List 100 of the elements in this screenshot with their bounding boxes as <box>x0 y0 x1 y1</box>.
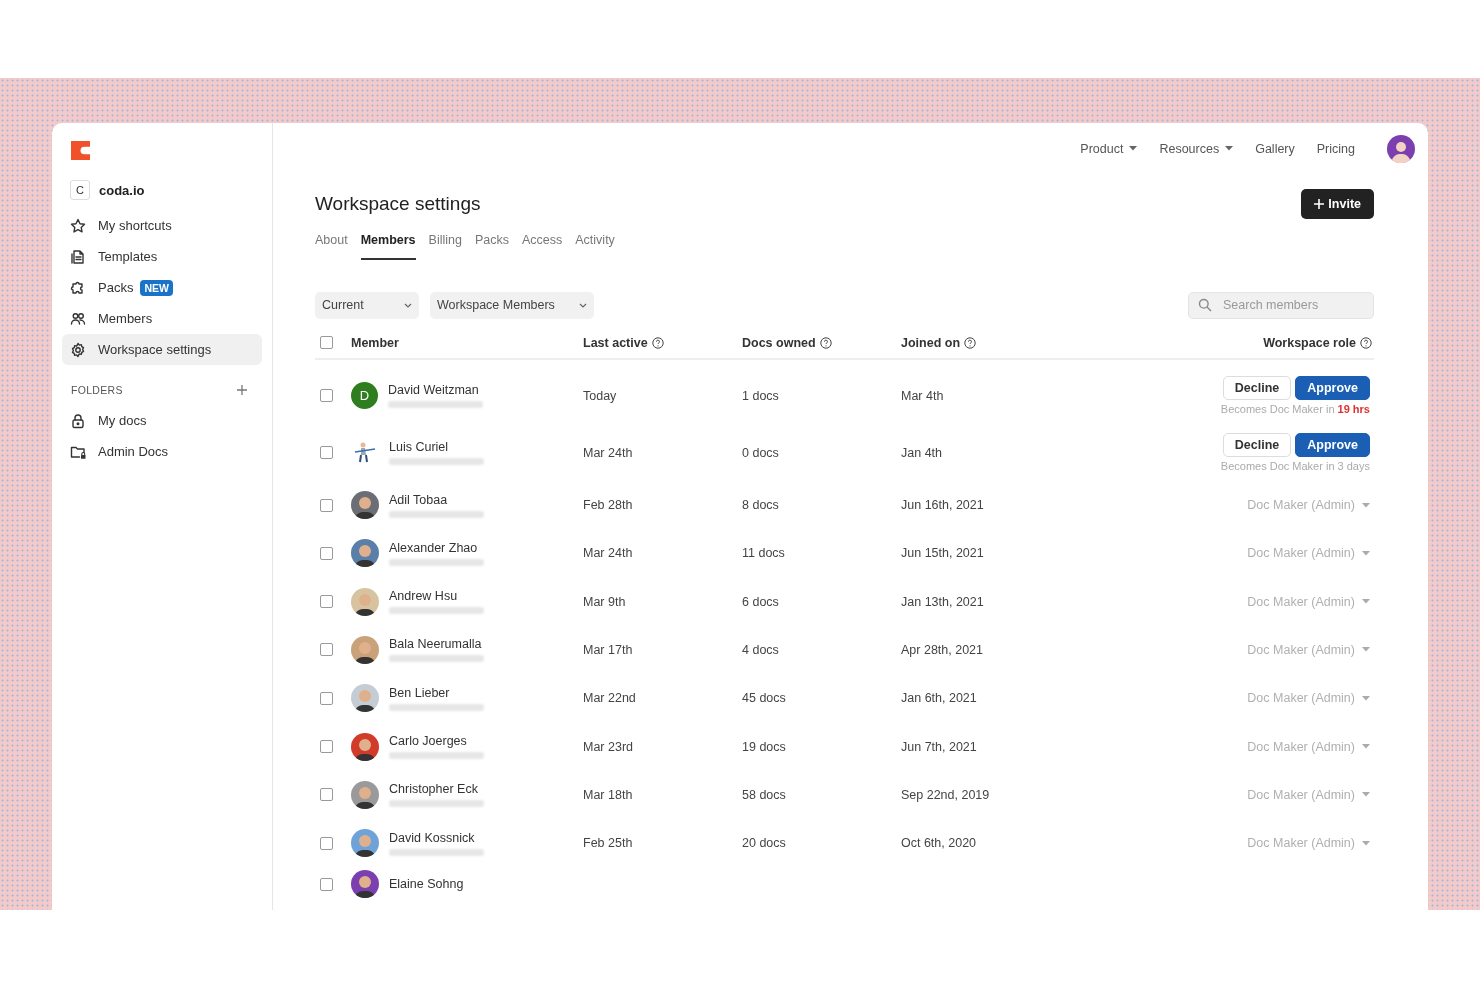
caret-icon <box>1362 502 1370 508</box>
docs-count: 8 docs <box>742 498 779 513</box>
search-icon <box>1198 297 1212 312</box>
checkbox[interactable] <box>320 498 333 512</box>
docs-count: 0 docs <box>742 445 779 460</box>
checkbox[interactable] <box>320 877 333 891</box>
member-name: David Weitzman <box>388 383 480 398</box>
tab[interactable]: Packs <box>474 226 509 260</box>
checkbox[interactable] <box>320 691 333 705</box>
role-note: Becomes Doc Maker in 3 days <box>1220 460 1370 473</box>
caret-icon <box>1362 840 1370 846</box>
sidebar-item[interactable]: Templates <box>62 241 262 272</box>
last-active-date: Mar 22nd <box>583 691 636 706</box>
tab[interactable]: About <box>315 226 348 260</box>
caret-icon <box>1362 744 1370 749</box>
sidebar-item[interactable]: Admin Docs <box>62 436 262 467</box>
decline-button[interactable]: Decline <box>1222 433 1292 458</box>
last-active-date: Mar 9th <box>583 594 626 609</box>
caret-icon <box>1362 550 1370 556</box>
tab[interactable]: Members <box>360 226 416 260</box>
checkbox[interactable] <box>320 643 333 657</box>
filter-dropdown[interactable]: Workspace Members <box>430 291 594 319</box>
member-name: Adil Tobaa <box>389 492 449 507</box>
puzzle-icon <box>70 279 86 296</box>
checkbox[interactable] <box>320 546 333 560</box>
last-active-date: Mar 24th <box>583 546 633 561</box>
sidebar-item[interactable]: My docs <box>62 405 262 436</box>
page-title: Workspace settings <box>315 192 481 215</box>
decline-button[interactable]: Decline <box>1222 376 1292 401</box>
nav-link[interactable]: Gallery <box>1255 141 1295 156</box>
checkbox[interactable] <box>320 788 333 802</box>
joined-date: Jun 15th, 2021 <box>901 546 984 561</box>
new-badge: NEW <box>140 279 173 296</box>
checkbox[interactable] <box>320 446 333 460</box>
member-name: Bala Neerumalla <box>389 637 483 652</box>
checkbox[interactable] <box>320 389 333 403</box>
chevron-icon <box>578 302 587 308</box>
role-note: Becomes Doc Maker in 19 hrs <box>1220 403 1370 416</box>
member-name: Carlo Joerges <box>389 734 468 748</box>
joined-date: Mar 4th <box>901 389 944 403</box>
column-header: Last active <box>583 335 648 350</box>
nav-link[interactable]: Product <box>1080 141 1138 156</box>
docs-count: 6 docs <box>742 594 779 609</box>
approve-button[interactable]: Approve <box>1295 376 1370 401</box>
nav-link[interactable]: Pricing <box>1316 141 1355 156</box>
tab[interactable]: Access <box>521 226 563 260</box>
checkbox[interactable] <box>320 740 333 753</box>
plus-icon <box>1314 198 1325 209</box>
last-active-date: Mar 18th <box>583 787 633 802</box>
chevron-icon <box>404 302 412 308</box>
add-icon <box>236 384 248 396</box>
caret-icon <box>1225 146 1234 152</box>
sidebar-item[interactable]: Members <box>62 303 262 334</box>
people-icon <box>70 310 86 327</box>
sidebar-item[interactable]: My shortcuts <box>62 210 262 241</box>
docs-count: 1 docs <box>742 389 779 403</box>
avatar <box>1387 134 1415 163</box>
joined-date: Oct 6th, 2020 <box>901 836 977 851</box>
joined-date: Jun 7th, 2021 <box>901 739 977 754</box>
last-active-date: Feb 25th <box>583 836 633 851</box>
section-heading: FOLDERS <box>71 384 123 396</box>
last-active-date: Today <box>583 389 617 403</box>
joined-date: Apr 28th, 2021 <box>901 643 983 657</box>
caret-icon <box>1362 695 1370 701</box>
last-active-date: Mar 24th <box>583 445 633 460</box>
checkbox[interactable] <box>320 336 333 350</box>
logo <box>71 141 90 160</box>
member-name: Ben Lieber <box>389 685 451 700</box>
column-header: Workspace role <box>1263 335 1356 350</box>
joined-date: Jan 13th, 2021 <box>901 594 984 609</box>
docs-count: 19 docs <box>742 739 786 754</box>
avatar: D <box>351 382 378 410</box>
approve-button[interactable]: Approve <box>1295 433 1370 458</box>
last-active-date: Mar 23rd <box>583 739 634 754</box>
checkbox[interactable] <box>320 595 333 609</box>
checkbox[interactable] <box>320 836 333 850</box>
tab[interactable]: Billing <box>428 226 462 260</box>
search-field[interactable]: Search members <box>1188 291 1374 319</box>
sidebar-item[interactable]: Packs NEW <box>62 272 262 303</box>
filter-dropdown[interactable]: Current <box>315 291 419 319</box>
document-icon <box>70 248 86 265</box>
last-active-date: Mar 17th <box>583 643 633 657</box>
caret-icon <box>1362 647 1370 653</box>
caret-icon <box>1362 792 1370 798</box>
docs-count: 20 docs <box>742 836 786 851</box>
caret-icon <box>1129 146 1138 152</box>
column-header: Joined on <box>901 335 961 350</box>
lock-icon <box>70 412 86 429</box>
member-name: David Kossnick <box>389 830 476 845</box>
nav-link[interactable]: Resources <box>1159 141 1234 156</box>
workspace-name[interactable]: coda.io <box>99 182 145 198</box>
tab[interactable]: Activity <box>575 226 615 260</box>
invite-button[interactable]: Invite <box>1301 188 1374 219</box>
column-header: Docs owned <box>742 335 816 350</box>
joined-date: Jan 6th, 2021 <box>901 691 977 706</box>
settings-icon <box>70 341 86 358</box>
sidebar-item[interactable]: Workspace settings <box>62 334 262 365</box>
docs-count: 4 docs <box>742 643 779 657</box>
member-name: Elaine Sohng <box>389 877 464 892</box>
caret-icon <box>1362 599 1370 605</box>
